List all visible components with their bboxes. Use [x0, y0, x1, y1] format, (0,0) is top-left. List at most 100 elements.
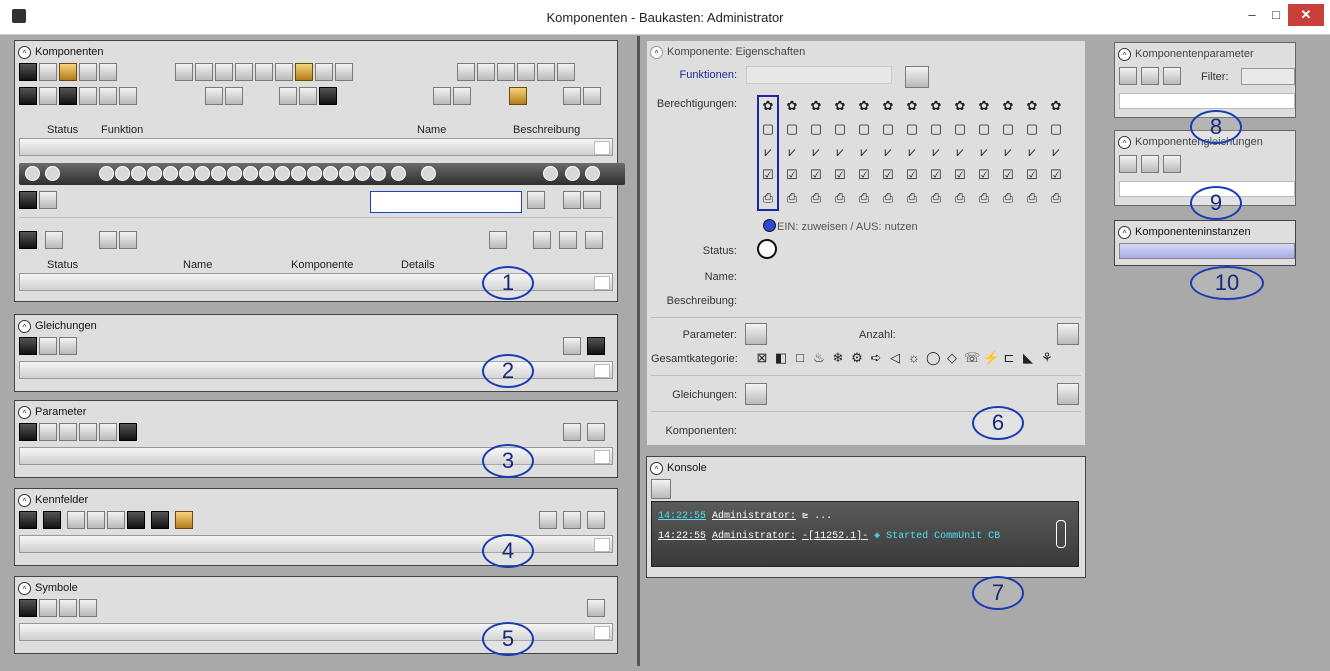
- tool-c-icon[interactable]: [255, 63, 273, 81]
- search-icon[interactable]: [527, 191, 545, 209]
- parameter-header[interactable]: ^ Parameter: [18, 404, 86, 420]
- category-icon[interactable]: ◣: [1021, 351, 1035, 365]
- collapse-icon[interactable]: ^: [18, 581, 31, 595]
- cat-7-icon[interactable]: [195, 166, 210, 181]
- permission-category-icon[interactable]: ✿: [833, 99, 847, 113]
- export-docx-icon[interactable]: [175, 63, 193, 81]
- cat-5-icon[interactable]: [163, 166, 178, 181]
- parameter-save-b-icon[interactable]: [563, 423, 581, 441]
- category-icon[interactable]: ◧: [774, 351, 788, 365]
- parameter-list[interactable]: [1119, 93, 1295, 109]
- properties-header[interactable]: ^ Komponente: Eigenschaften: [650, 44, 805, 60]
- equation-tool-icon[interactable]: [59, 337, 77, 355]
- add-equation-icon[interactable]: [19, 337, 37, 355]
- permission-toggle[interactable]: ▢: [1001, 122, 1015, 136]
- filter-c-icon[interactable]: [563, 191, 581, 209]
- permission-toggle[interactable]: ▢: [977, 122, 991, 136]
- cat-9-icon[interactable]: [227, 166, 242, 181]
- permission-category-icon[interactable]: ✿: [857, 99, 871, 113]
- permission-category-icon[interactable]: ✿: [809, 99, 823, 113]
- structure-d-icon[interactable]: [299, 87, 317, 105]
- cut-icon[interactable]: [275, 63, 293, 81]
- collapse-icon[interactable]: ^: [1118, 135, 1131, 149]
- splitter[interactable]: [637, 36, 640, 666]
- sync-c-icon[interactable]: [497, 63, 515, 81]
- equation-icon[interactable]: [1141, 155, 1159, 173]
- new-icon[interactable]: [19, 231, 37, 249]
- collapse-icon[interactable]: ^: [18, 45, 31, 59]
- permission-toggle[interactable]: ▢: [833, 122, 847, 136]
- permission-toggle[interactable]: ☑: [1001, 168, 1015, 182]
- permission-toggle[interactable]: ☑: [809, 168, 823, 182]
- cat-19-icon[interactable]: [391, 166, 406, 181]
- permission-toggle[interactable]: ⩗: [1025, 145, 1039, 159]
- cat-13-icon[interactable]: [291, 166, 306, 181]
- collapse-icon[interactable]: ^: [650, 461, 663, 475]
- permission-category-icon[interactable]: ✿: [1025, 99, 1039, 113]
- cat-12-icon[interactable]: [275, 166, 290, 181]
- category-icon[interactable]: ➪: [869, 351, 883, 365]
- permission-toggle[interactable]: ☑: [953, 168, 967, 182]
- search-input[interactable]: [370, 191, 522, 213]
- idea-icon[interactable]: [565, 166, 580, 181]
- permission-toggle[interactable]: ⎙: [1001, 191, 1015, 205]
- structure-c-icon[interactable]: [279, 87, 297, 105]
- category-icon[interactable]: ☏: [964, 351, 980, 365]
- cat-3-icon[interactable]: [131, 166, 146, 181]
- category-icon[interactable]: ◇: [945, 351, 959, 365]
- parameter-doc-icon[interactable]: [119, 423, 137, 441]
- remove-icon[interactable]: [1119, 155, 1137, 173]
- save-icon[interactable]: [1141, 67, 1159, 85]
- permission-toggle[interactable]: ▢: [881, 122, 895, 136]
- select-none-icon[interactable]: [119, 87, 137, 105]
- sync-b-icon[interactable]: [477, 63, 495, 81]
- category-icon[interactable]: ⚡: [983, 351, 999, 365]
- table-icon[interactable]: [39, 87, 57, 105]
- export-symbol-icon[interactable]: [79, 599, 97, 617]
- permission-toggle[interactable]: ☑: [977, 168, 991, 182]
- tree-a-icon[interactable]: [433, 87, 451, 105]
- permission-toggle[interactable]: ▢: [785, 122, 799, 136]
- komponenten-header[interactable]: ^ Komponenten: [18, 44, 104, 60]
- komponentengleichungen-header[interactable]: ^ Komponentengleichungen: [1118, 134, 1263, 150]
- minimize-button[interactable]: –: [1240, 4, 1264, 26]
- export-parameter-icon[interactable]: [99, 423, 117, 441]
- add-component-icon[interactable]: [19, 63, 37, 81]
- permission-toggle[interactable]: ☑: [1025, 168, 1039, 182]
- permission-toggle[interactable]: ⩗: [1001, 145, 1015, 159]
- all-icon[interactable]: [79, 87, 97, 105]
- filter-b-icon[interactable]: [39, 191, 57, 209]
- scrollbar[interactable]: [594, 450, 610, 464]
- permission-toggle[interactable]: ⩗: [953, 145, 967, 159]
- add-special-icon[interactable]: [59, 63, 77, 81]
- filter-d-icon[interactable]: [583, 191, 601, 209]
- select-all-icon[interactable]: [99, 87, 117, 105]
- permission-toggle[interactable]: ⎙: [761, 191, 775, 205]
- remove-map-icon[interactable]: [67, 511, 85, 529]
- permission-toggle[interactable]: ⎙: [857, 191, 871, 205]
- equation-edit-b-icon[interactable]: [1057, 383, 1079, 405]
- collapse-icon[interactable]: ^: [650, 45, 663, 59]
- permission-toggle[interactable]: ▢: [929, 122, 943, 136]
- scrollbar[interactable]: [594, 626, 610, 640]
- equation-edit-icon[interactable]: [587, 337, 605, 355]
- permission-toggle[interactable]: ☑: [785, 168, 799, 182]
- collapse-icon[interactable]: ^: [1118, 225, 1131, 239]
- permission-toggle[interactable]: ☑: [929, 168, 943, 182]
- png-symbol-icon[interactable]: [19, 599, 37, 617]
- category-icon[interactable]: ◯: [926, 351, 941, 365]
- cat-4-icon[interactable]: [147, 166, 162, 181]
- docx-map-icon[interactable]: [127, 511, 145, 529]
- cat-11-icon[interactable]: [259, 166, 274, 181]
- permission-toggle[interactable]: ⎙: [833, 191, 847, 205]
- add-parameter-icon[interactable]: [19, 423, 37, 441]
- komponenten-list[interactable]: [19, 138, 613, 156]
- equation-b-icon[interactable]: [1163, 155, 1181, 173]
- confirm-icon[interactable]: [905, 66, 929, 88]
- save-symbol-icon[interactable]: [59, 599, 77, 617]
- category-icon[interactable]: ☼: [907, 351, 921, 365]
- structure-e-icon[interactable]: [319, 87, 337, 105]
- permission-toggle[interactable]: ⎙: [905, 191, 919, 205]
- permission-toggle[interactable]: ⩗: [809, 145, 823, 159]
- permission-toggle[interactable]: ☑: [881, 168, 895, 182]
